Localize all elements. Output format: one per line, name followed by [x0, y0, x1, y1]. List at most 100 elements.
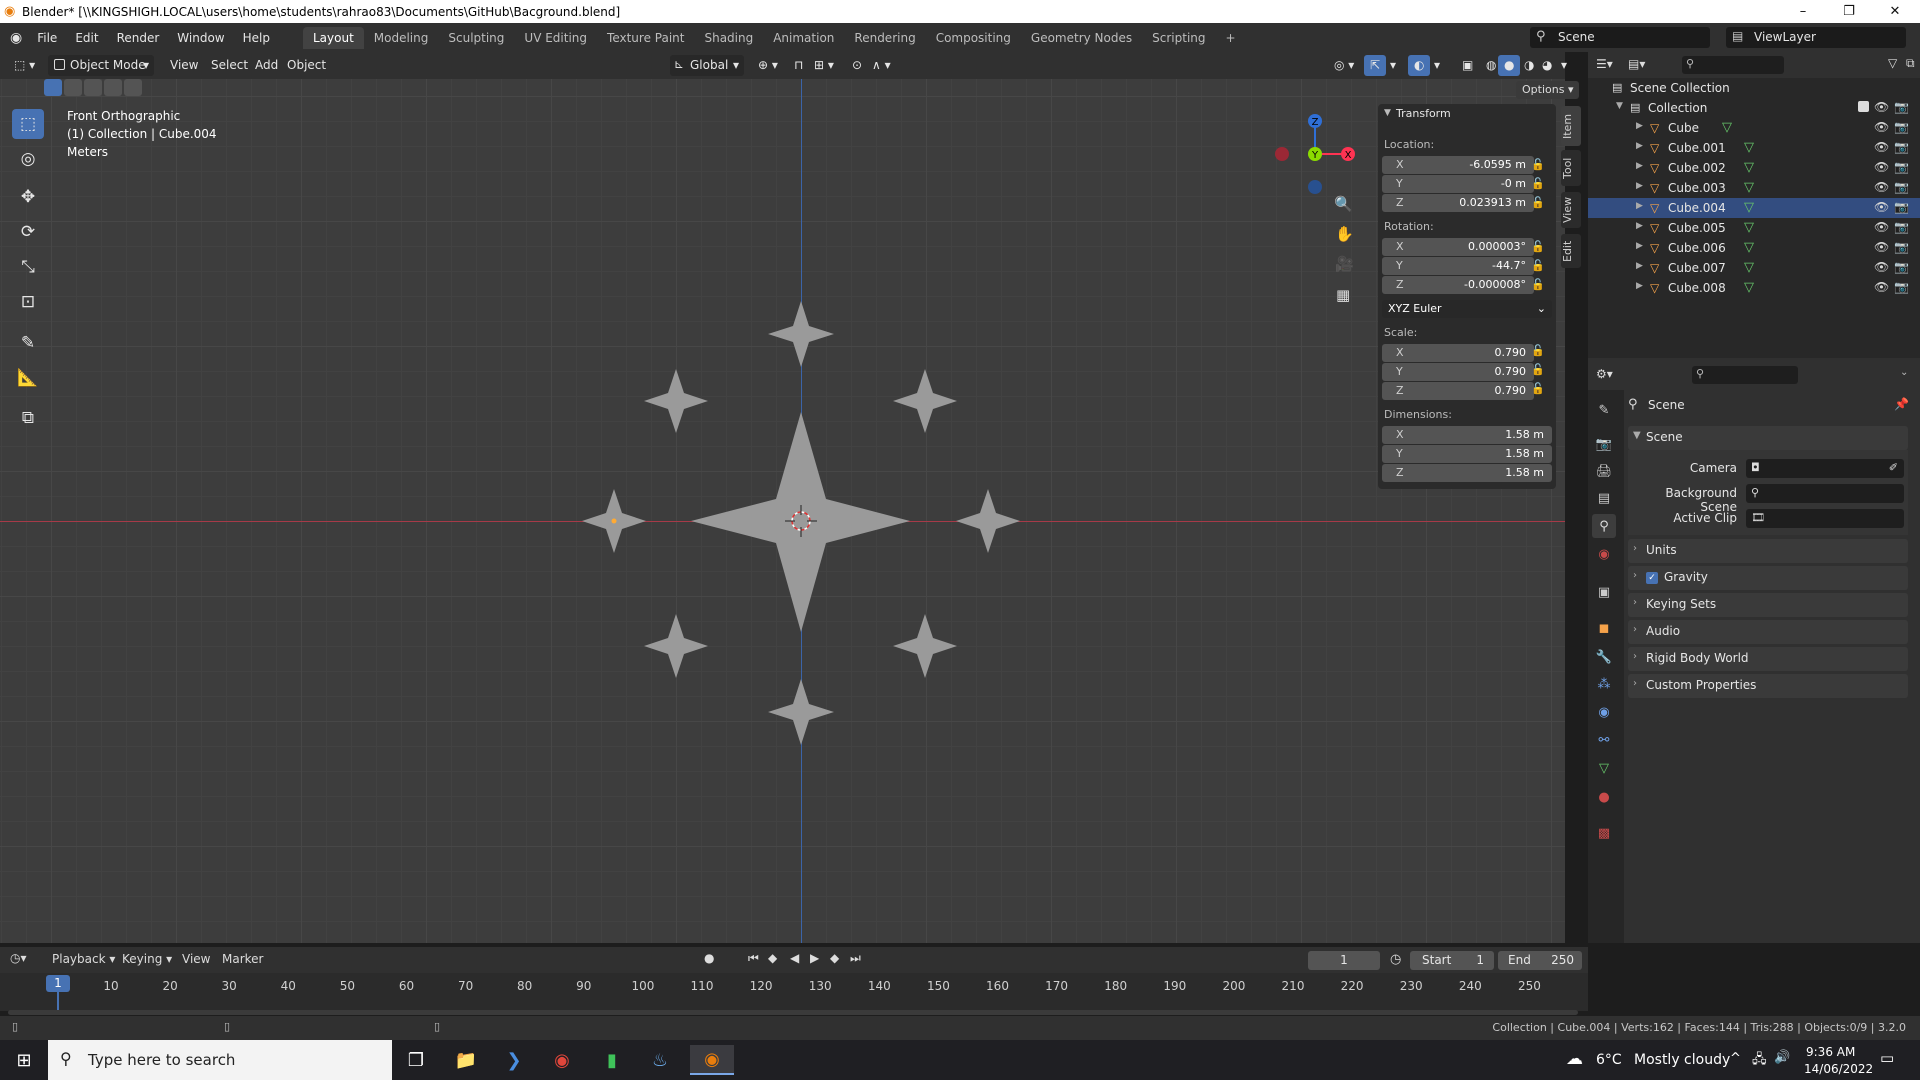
visibility-dropdown[interactable]: ◎ ▾ [1328, 55, 1360, 76]
mesh-data-icon[interactable]: ▽ [1744, 280, 1754, 295]
menu-playback[interactable]: Playback ▾ [52, 952, 115, 966]
scene-tab-icon[interactable]: ⚲ [1592, 514, 1616, 538]
object-name[interactable]: Cube.008 [1668, 281, 1726, 295]
menu-object[interactable]: Object [281, 55, 332, 76]
material-tab-icon[interactable]: ● [1592, 785, 1616, 809]
object-name[interactable]: Cube.001 [1668, 141, 1726, 155]
3d-viewport[interactable]: Front Orthographic (1) Collection | Cube… [0, 79, 1565, 943]
lock-icon[interactable]: 🔓 [1531, 278, 1545, 291]
visibility-eye-icon[interactable]: 👁 [1874, 160, 1889, 174]
expand-arrow-icon[interactable]: ▶ [1636, 221, 1643, 231]
notifications-icon[interactable]: ▭ [1880, 1049, 1894, 1067]
expand-arrow-icon[interactable]: ▼ [1616, 101, 1623, 111]
object-name[interactable]: Cube.003 [1668, 181, 1726, 195]
output-tab-icon[interactable]: 🖨 [1592, 459, 1616, 483]
options-button[interactable]: Options ▾ [1516, 81, 1580, 99]
menu-add[interactable]: Add [249, 55, 284, 76]
jump-end-icon[interactable]: ⏭ [850, 951, 861, 966]
view-layer-selector[interactable]: ViewLayer [1726, 27, 1906, 48]
scale-x-field[interactable]: X 0.790 [1382, 344, 1534, 362]
tray-chevron-up-icon[interactable]: ^ [1730, 1051, 1741, 1066]
render-camera-icon[interactable]: 📷 [1894, 220, 1909, 234]
select-new-mode-icon[interactable] [44, 79, 62, 96]
outliner-scene-collection[interactable]: ▤ Scene Collection [1588, 78, 1920, 98]
options-dropdown-icon[interactable]: ⌄ [1900, 367, 1908, 378]
outliner-object-row[interactable]: ▶ ▽ Cube ▽ 👁 📷 [1588, 118, 1920, 138]
add-workspace-button[interactable]: + [1216, 27, 1246, 49]
rotate-tool-icon[interactable]: ⟳ [12, 217, 44, 247]
record-icon[interactable]: ● [704, 951, 714, 965]
scale-y-field[interactable]: Y 0.790 [1382, 363, 1534, 381]
expand-arrow-icon[interactable]: ▶ [1636, 161, 1643, 171]
object-name[interactable]: Cube.005 [1668, 221, 1726, 235]
render-camera-icon[interactable]: 📷 [1894, 160, 1909, 174]
weather-cloud-icon[interactable]: ☁ [1566, 1049, 1583, 1069]
mesh-data-icon[interactable]: ▽ [1744, 240, 1754, 255]
expand-arrow-icon[interactable]: ▶ [1636, 181, 1643, 191]
select-extend-mode-icon[interactable] [64, 79, 82, 96]
tab-geometry-nodes[interactable]: Geometry Nodes [1021, 27, 1142, 49]
lock-icon[interactable]: 🔓 [1531, 177, 1545, 190]
outliner-object-row[interactable]: ▶ ▽ Cube.002 ▽ 👁 📷 [1588, 158, 1920, 178]
lock-icon[interactable]: 🔓 [1531, 382, 1545, 395]
stopwatch-icon[interactable]: ◷ [1390, 952, 1401, 967]
expand-arrow-icon[interactable]: ▶ [1636, 201, 1643, 211]
navigation-gizmo[interactable]: Z X Y [1270, 109, 1360, 199]
menu-marker[interactable]: Marker [222, 952, 263, 966]
taskbar-search-box[interactable]: ⚲ Type here to search [48, 1040, 392, 1080]
overlays-dropdown[interactable]: ▾ [1428, 55, 1446, 76]
clock-time[interactable]: 9:36 AM [1806, 1045, 1855, 1059]
eyedropper-icon[interactable]: ✐ [1889, 461, 1898, 474]
tab-shading[interactable]: Shading [694, 27, 763, 49]
pin-icon[interactable]: 📌 [1894, 397, 1909, 411]
rotation-x-field[interactable]: X 0.000003° [1382, 238, 1534, 256]
cursor-tool-icon[interactable]: ◎ [12, 144, 44, 174]
editor-type-button[interactable]: ◷▾ [10, 951, 27, 965]
render-camera-icon[interactable]: 📷 [1894, 120, 1909, 134]
outliner-object-row[interactable]: ▶ ▽ Cube.008 ▽ 👁 📷 [1588, 278, 1920, 298]
menu-window[interactable]: Window [168, 31, 233, 45]
mesh-data-icon[interactable]: ▽ [1744, 260, 1754, 275]
menu-render[interactable]: Render [108, 31, 169, 45]
modifiers-tab-icon[interactable]: 🔧 [1592, 645, 1616, 669]
end-frame-field[interactable]: End 250 [1498, 951, 1582, 970]
editor-type-button[interactable]: ⬚ ▾ [8, 55, 41, 76]
constraints-tab-icon[interactable]: ⚯ [1592, 728, 1616, 752]
visibility-eye-icon[interactable]: 👁 [1874, 180, 1889, 194]
render-camera-icon[interactable]: 📷 [1894, 200, 1909, 214]
tool-tab-icon[interactable]: ✎ [1592, 398, 1616, 422]
render-camera-icon[interactable]: 📷 [1894, 260, 1909, 274]
tab-sculpting[interactable]: Sculpting [438, 27, 514, 49]
weather-temperature[interactable]: 6°C [1596, 1052, 1622, 1068]
editor-type-button[interactable]: ⚙▾ [1596, 367, 1613, 381]
volume-icon[interactable]: 🔊 [1774, 1050, 1790, 1065]
exclude-checkbox[interactable] [1858, 101, 1869, 112]
gravity-panel-header[interactable]: › ✓ Gravity [1628, 566, 1908, 590]
maximize-button[interactable]: ❐ [1826, 0, 1872, 23]
location-z-field[interactable]: Z 0.023913 m [1382, 194, 1534, 212]
playhead-frame-badge[interactable]: 1 [46, 975, 70, 992]
properties-search-input[interactable]: ⚲ [1692, 366, 1798, 384]
network-icon[interactable]: 🖧 [1752, 1050, 1767, 1072]
powershell-icon[interactable]: ❯ [492, 1045, 536, 1075]
lock-icon[interactable]: 🔓 [1531, 344, 1545, 357]
play-icon[interactable]: ▶ [810, 951, 819, 965]
add-cube-tool-icon[interactable]: ⧉ [12, 403, 44, 433]
close-button[interactable]: ✕ [1872, 0, 1918, 23]
gizmo-dropdown[interactable]: ▾ [1384, 55, 1402, 76]
select-subtract-mode-icon[interactable] [84, 79, 102, 96]
expand-arrow-icon[interactable]: ▶ [1636, 281, 1643, 291]
expand-arrow-icon[interactable]: ▶ [1636, 121, 1643, 131]
camera-field[interactable]: ◘ ✐ [1746, 459, 1904, 478]
visibility-eye-icon[interactable]: 👁 [1874, 120, 1889, 134]
move-tool-icon[interactable]: ✥ [12, 182, 44, 212]
visibility-eye-icon[interactable]: 👁 [1874, 140, 1889, 154]
chrome-icon[interactable]: ◉ [540, 1045, 584, 1075]
mesh-data-icon[interactable]: ▽ [1744, 180, 1754, 195]
pan-hand-icon[interactable]: ✋ [1335, 225, 1354, 243]
minimize-button[interactable]: – [1780, 0, 1826, 23]
new-collection-icon[interactable]: ⧉ [1906, 56, 1915, 71]
timeline-scrollbar[interactable] [8, 1010, 1578, 1015]
visibility-eye-icon[interactable]: 👁 [1874, 200, 1889, 214]
object-name[interactable]: Cube.002 [1668, 161, 1726, 175]
